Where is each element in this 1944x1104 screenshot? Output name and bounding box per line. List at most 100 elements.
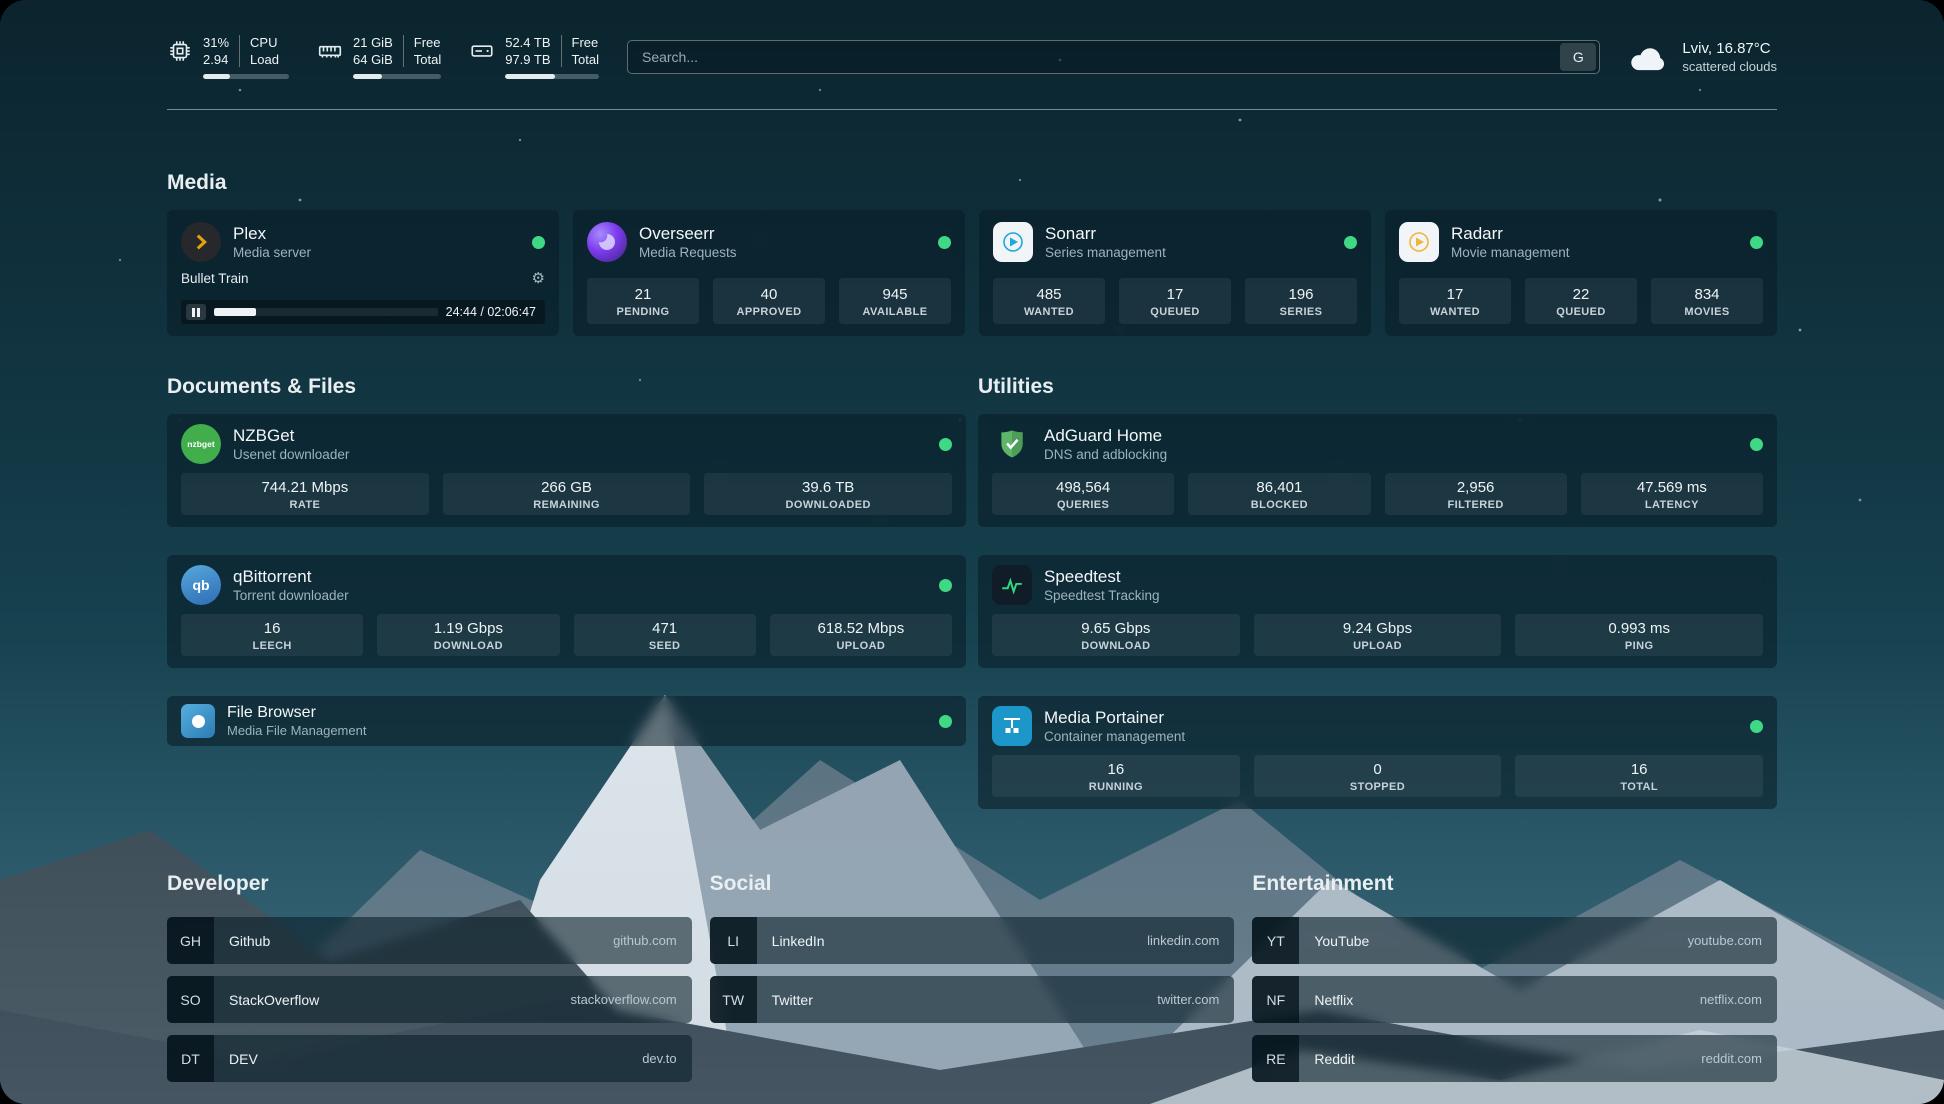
service-name: Speedtest [1044,566,1160,587]
bookmark-row-linkedin[interactable]: LI LinkedIn linkedin.com [710,917,1235,964]
divider [239,35,240,67]
service-name: qBittorrent [233,566,349,587]
bookmark-row-twitter[interactable]: TW Twitter twitter.com [710,976,1235,1023]
bookmark-abbr: SO [167,976,214,1023]
status-dot [939,579,952,592]
cloud-icon [1628,41,1670,73]
ram-free-value: 21 GiB [353,34,393,51]
settings-gear-icon[interactable]: ⚙ [532,271,545,286]
cpu-labels: CPU Load [250,34,279,68]
disk-values: 52.4 TB 97.9 TB [505,34,550,68]
sonarr-icon [993,222,1033,262]
playback-progressbar[interactable] [214,308,438,316]
stat-queued: 17 QUEUED [1119,278,1231,324]
stat-movies: 834 MOVIES [1651,278,1763,324]
section-title-entertainment: Entertainment [1252,871,1777,897]
service-card-overseerr[interactable]: Overseerr Media Requests 21 PENDING 40 A… [573,210,965,336]
overseerr-icon [587,222,627,262]
stat-label: SERIES [1249,306,1353,318]
bookmark-row-netflix[interactable]: NF Netflix netflix.com [1252,976,1777,1023]
service-card-adguard[interactable]: AdGuard Home DNS and adblocking 498,564 … [978,414,1777,527]
stat-label: DOWNLOAD [381,640,555,652]
bookmark-row-stackoverflow[interactable]: SO StackOverflow stackoverflow.com [167,976,692,1023]
stats-row: 485 WANTED 17 QUEUED 196 SERIES [993,278,1357,324]
stat-label: QUERIES [996,499,1170,511]
stat-label: LATENCY [1585,499,1759,511]
service-card-filebrowser[interactable]: File Browser Media File Management [167,696,966,746]
stat-queries: 498,564 QUERIES [992,473,1174,515]
stat-queued: 22 QUEUED [1525,278,1637,324]
bookmark-name: YouTube [1314,933,1369,949]
disk-icon [469,38,495,64]
stat-approved: 40 APPROVED [713,278,825,324]
service-card-speedtest[interactable]: Speedtest Speedtest Tracking 9.65 Gbps D… [978,555,1777,668]
stat-wanted: 17 WANTED [1399,278,1511,324]
status-dot [532,236,545,249]
status-dot [938,236,951,249]
stat-series: 196 SERIES [1245,278,1357,324]
service-card-portainer[interactable]: Media Portainer Container management 16 … [978,696,1777,809]
bookmark-row-github[interactable]: GH Github github.com [167,917,692,964]
stat-upload: 618.52 Mbps UPLOAD [770,614,952,656]
pause-icon[interactable] [186,304,206,320]
bookmark-name: Reddit [1314,1051,1354,1067]
stat-stopped: 0 STOPPED [1254,755,1502,797]
ram-progressbar [353,74,441,79]
weather-widget: Lviv, 16.87°C scattered clouds [1628,39,1777,75]
bookmark-url: linkedin.com [1147,933,1219,948]
cpu-usage-value: 31% [203,34,229,51]
bookmark-name: Netflix [1314,992,1353,1008]
service-subtitle: DNS and adblocking [1044,446,1167,463]
service-card-radarr[interactable]: Radarr Movie management 17 WANTED 22 QUE… [1385,210,1777,336]
bookmark-row-reddit[interactable]: RE Reddit reddit.com [1252,1035,1777,1082]
service-name: File Browser [227,703,366,723]
portainer-icon [992,706,1032,746]
service-card-nzbget[interactable]: nzbget NZBGet Usenet downloader 744.21 M… [167,414,966,527]
stats-row: 744.21 Mbps RATE 266 GB REMAINING 39.6 T… [181,473,952,515]
search-provider-button[interactable]: G [1560,43,1596,71]
status-dot [1750,438,1763,451]
bookmark-url: dev.to [642,1051,676,1066]
service-card-plex[interactable]: Plex Media server Bullet Train ⚙ 24:44 /… [167,210,559,336]
service-name: Plex [233,223,311,244]
bookmark-row-dev[interactable]: DT DEV dev.to [167,1035,692,1082]
playback-bar: 24:44 / 02:06:47 [181,300,545,324]
disk-label-bottom: Total [572,51,599,68]
service-subtitle: Media File Management [227,723,366,739]
stats-row: 9.65 Gbps DOWNLOAD 9.24 Gbps UPLOAD 0.99… [992,614,1763,656]
stat-label: UPLOAD [1258,640,1498,652]
disk-total-value: 97.9 TB [505,51,550,68]
stat-label: LEECH [185,640,359,652]
stat-value: 945 [843,285,947,304]
service-card-sonarr[interactable]: Sonarr Series management 485 WANTED 17 Q… [979,210,1371,336]
stats-row: 21 PENDING 40 APPROVED 945 AVAILABLE [587,278,951,324]
bookmark-abbr: TW [710,976,757,1023]
stats-row: 498,564 QUERIES 86,401 BLOCKED 2,956 FIL… [992,473,1763,515]
cpu-progressbar [203,74,289,79]
stat-label: RUNNING [996,781,1236,793]
stat-value: 47.569 ms [1585,478,1759,497]
service-name: Overseerr [639,223,737,244]
section-title-utilities: Utilities [978,374,1777,400]
status-dot [1750,236,1763,249]
stat-value: 1.19 Gbps [381,619,555,638]
ram-labels: Free Total [414,34,441,68]
stat-value: 498,564 [996,478,1170,497]
search-input[interactable] [628,41,1560,73]
stat-value: 2,956 [1389,478,1563,497]
bookmark-name: LinkedIn [772,933,825,949]
playback-time: 24:44 / 02:06:47 [446,305,536,319]
service-card-qbittorrent[interactable]: qb qBittorrent Torrent downloader 16 LEE… [167,555,966,668]
stat-value: 17 [1403,285,1507,304]
stat-value: 0 [1258,760,1498,779]
qbittorrent-icon: qb [181,565,221,605]
stat-download: 9.65 Gbps DOWNLOAD [992,614,1240,656]
ram-label-bottom: Total [414,51,441,68]
bookmark-name: Github [229,933,270,949]
stat-label: WANTED [997,306,1101,318]
stat-label: APPROVED [717,306,821,318]
stat-blocked: 86,401 BLOCKED [1188,473,1370,515]
stat-value: 22 [1529,285,1633,304]
stat-seed: 471 SEED [574,614,756,656]
bookmark-row-youtube[interactable]: YT YouTube youtube.com [1252,917,1777,964]
